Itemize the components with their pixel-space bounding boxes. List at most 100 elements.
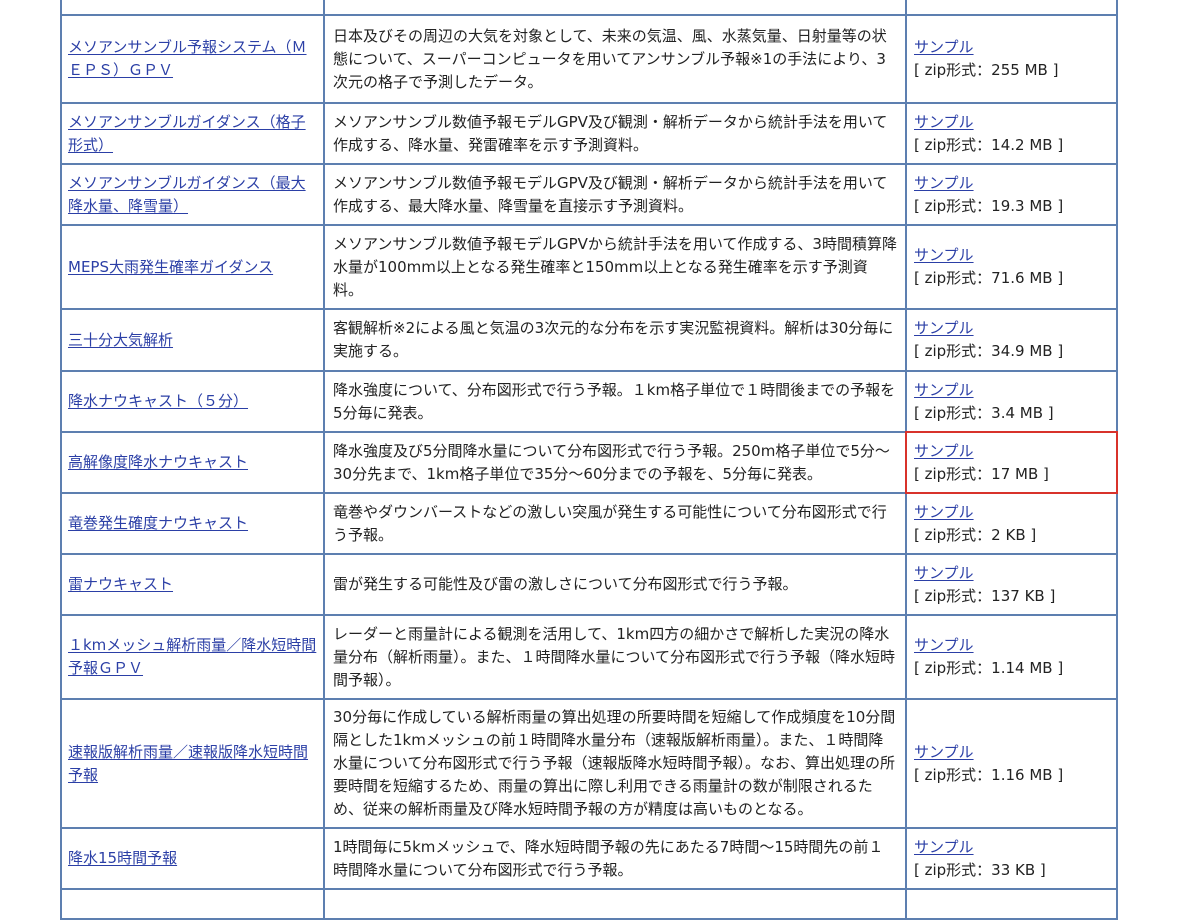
product-name-cell: 竜巻発生確度ナウキャスト xyxy=(60,492,325,555)
description-cell: メソアンサンブル数値予報モデルGPV及び観測・解析データから統計手法を用いて作成… xyxy=(323,102,907,165)
file-size: [ zip形式：19.3 MB ] xyxy=(914,196,1064,215)
file-size: [ zip形式：34.9 MB ] xyxy=(914,342,1064,360)
description-cell: 日本及びその周辺の大気を対象として、未来の気温、風、水蒸気量、日射量等の状態につ… xyxy=(323,14,907,104)
file-size: [ zip形式：137 KB ] xyxy=(914,586,1056,605)
product-name-cell: 降水ナウキャスト（５分） xyxy=(60,370,325,433)
product-name-link[interactable]: メソアンサンブルガイダンス（最大降水量、降雪量） xyxy=(68,174,306,215)
sample-cell: サンプル[ zip形式：33 KB ] xyxy=(905,827,1118,890)
description-cell: 降水強度について、分布図形式で行う予報。１km格子単位で１時間後までの予報を5分… xyxy=(323,370,907,433)
sample-link[interactable]: サンプル xyxy=(914,562,1110,585)
description-text: メソアンサンブル数値予報モデルGPV及び観測・解析データから統計手法を用いて作成… xyxy=(333,112,888,154)
description-cell: レーダーと雨量計による観測を活用して、1km四方の細かさで解析した実況の降水量分… xyxy=(323,614,907,700)
description-cell: 30分毎に作成している解析雨量の算出処理の所要時間を短縮して作成頻度を10分間隔… xyxy=(323,698,907,829)
table-row: 高解像度降水ナウキャスト 降水強度及び5分間降水量について分布図形式で行う予報。… xyxy=(60,431,1118,494)
file-size: [ zip形式：3.4 MB ] xyxy=(914,403,1054,422)
sample-cell: サンプル [ zip形式：255 MB ] xyxy=(905,14,1118,104)
product-name-cell: 高解像度降水ナウキャスト xyxy=(60,431,325,494)
sample-cell: サンプル [ zip形式：1.14 MB ] xyxy=(905,614,1118,700)
sample-link[interactable]: サンプル xyxy=(914,440,1110,463)
sample-link[interactable]: サンプル xyxy=(914,111,1110,134)
file-size: [ zip形式：1.14 MB ] xyxy=(914,659,1064,677)
description-text: 客観解析※2による風と気温の3次元的な分布を示す実況監視資料。解析は30分毎に実… xyxy=(333,319,894,360)
table-row: 降水15時間予報 1時間毎に5kmメッシュで、降水短時間予報の先にあたる7時間〜… xyxy=(60,827,1118,890)
description-text: 雷が発生する可能性及び雷の激しさについて分布図形式で行う予報。 xyxy=(333,575,798,593)
table-row: メソアンサンブル予報システム（ＭＥＰＳ）ＧＰＶ 日本及びその周辺の大気を対象とし… xyxy=(60,14,1118,104)
product-name-cell: 雷ナウキャスト xyxy=(60,553,325,616)
sample-cell: サンプル[ zip形式：2 KB ] xyxy=(905,492,1118,555)
product-name-link[interactable]: 降水ナウキャスト（５分） xyxy=(68,392,248,410)
sample-link[interactable]: サンプル xyxy=(914,741,1110,764)
sample-cell: サンプル[ zip形式：1.16 MB ] xyxy=(905,698,1118,829)
sample-link[interactable]: サンプル xyxy=(914,172,1110,195)
description-text: 竜巻やダウンバーストなどの激しい突風が発生する可能性について分布図形式で行う予報… xyxy=(333,502,887,544)
table-row: 三十分大気解析 客観解析※2による風と気温の3次元的な分布を示す実況監視資料。解… xyxy=(60,308,1118,372)
description-cell: メソアンサンブル数値予報モデルGPV及び観測・解析データから統計手法を用いて作成… xyxy=(323,163,907,226)
product-table: メソアンサンブル予報システム（ＭＥＰＳ）ＧＰＶ 日本及びその周辺の大気を対象とし… xyxy=(60,0,1118,920)
product-name-link[interactable]: 高解像度降水ナウキャスト xyxy=(68,453,248,471)
product-name-link[interactable]: 降水15時間予報 xyxy=(68,849,177,867)
product-name-cell: メソアンサンブル予報システム（ＭＥＰＳ）ＧＰＶ xyxy=(60,14,325,104)
product-name-link[interactable]: 竜巻発生確度ナウキャスト xyxy=(68,514,248,532)
sample-link[interactable]: サンプル xyxy=(914,317,1110,340)
description-cell: 雷が発生する可能性及び雷の激しさについて分布図形式で行う予報。 xyxy=(323,553,907,616)
product-name-cell: MEPS大雨発生確率ガイダンス xyxy=(60,224,325,310)
table-row: 速報版解析雨量／速報版降水短時間予報 30分毎に作成している解析雨量の算出処理の… xyxy=(60,698,1118,829)
product-name-cell xyxy=(60,888,325,920)
sample-cell: サンプル [ zip形式：71.6 MB ] xyxy=(905,224,1118,310)
table-row xyxy=(60,0,1118,16)
sample-cell: サンプル[ zip形式：19.3 MB ] xyxy=(905,163,1118,226)
description-text: 日本及びその周辺の大気を対象として、未来の気温、風、水蒸気量、日射量等の状態につ… xyxy=(333,26,887,91)
sample-cell-highlighted: サンプル[ zip形式：17 MB ] xyxy=(905,431,1118,494)
sample-cell xyxy=(905,888,1118,920)
product-name-link[interactable]: メソアンサンブル予報システム（ＭＥＰＳ）ＧＰＶ xyxy=(68,38,307,79)
description-cell: メソアンサンブル数値予報モデルGPVから統計手法を用いて作成する、3時間積算降水… xyxy=(323,224,907,310)
description-text: レーダーと雨量計による観測を活用して、1km四方の細かさで解析した実況の降水量分… xyxy=(333,624,896,689)
description-text: 降水強度について、分布図形式で行う予報。１km格子単位で１時間後までの予報を5分… xyxy=(333,380,896,422)
product-name-cell: 降水15時間予報 xyxy=(60,827,325,890)
sample-cell: サンプル[ zip形式：3.4 MB ] xyxy=(905,370,1118,433)
description-cell xyxy=(323,888,907,920)
product-name-cell: メソアンサンブルガイダンス（格子形式） xyxy=(60,102,325,165)
table-row: 雷ナウキャスト 雷が発生する可能性及び雷の激しさについて分布図形式で行う予報。 … xyxy=(60,553,1118,616)
product-name-cell: １kmメッシュ解析雨量／降水短時間予報ＧＰＶ xyxy=(60,614,325,700)
description-cell xyxy=(323,0,907,16)
product-name-cell: メソアンサンブルガイダンス（最大降水量、降雪量） xyxy=(60,163,325,226)
description-text: メソアンサンブル数値予報モデルGPVから統計手法を用いて作成する、3時間積算降水… xyxy=(333,234,897,299)
product-name-link[interactable]: 速報版解析雨量／速報版降水短時間予報 xyxy=(68,743,308,784)
file-size: [ zip形式：71.6 MB ] xyxy=(914,269,1064,287)
product-name-link[interactable]: MEPS大雨発生確率ガイダンス xyxy=(68,258,273,276)
file-size: [ zip形式：33 KB ] xyxy=(914,860,1046,879)
sample-link[interactable]: サンプル xyxy=(914,501,1110,524)
sample-link[interactable]: サンプル xyxy=(914,36,1110,59)
file-size: [ zip形式：2 KB ] xyxy=(914,525,1037,544)
product-name-cell: 速報版解析雨量／速報版降水短時間予報 xyxy=(60,698,325,829)
product-name-link[interactable]: メソアンサンブルガイダンス（格子形式） xyxy=(68,113,306,154)
sample-cell: サンプル[ zip形式：14.2 MB ] xyxy=(905,102,1118,165)
product-name-link[interactable]: 雷ナウキャスト xyxy=(68,575,173,593)
table-row: 降水ナウキャスト（５分） 降水強度について、分布図形式で行う予報。１km格子単位… xyxy=(60,370,1118,433)
table-row xyxy=(60,888,1118,920)
description-cell: 降水強度及び5分間降水量について分布図形式で行う予報。250m格子単位で5分〜3… xyxy=(323,431,907,494)
sample-cell: サンプル [ zip形式：34.9 MB ] xyxy=(905,308,1118,372)
product-name-cell: 三十分大気解析 xyxy=(60,308,325,372)
sample-cell xyxy=(905,0,1118,16)
description-text: メソアンサンブル数値予報モデルGPV及び観測・解析データから統計手法を用いて作成… xyxy=(333,173,888,215)
table-row: メソアンサンブルガイダンス（最大降水量、降雪量） メソアンサンブル数値予報モデル… xyxy=(60,163,1118,226)
file-size: [ zip形式：255 MB ] xyxy=(914,61,1059,79)
sample-link[interactable]: サンプル xyxy=(914,244,1110,267)
table-row: 竜巻発生確度ナウキャスト 竜巻やダウンバーストなどの激しい突風が発生する可能性に… xyxy=(60,492,1118,555)
sample-cell: サンプル[ zip形式：137 KB ] xyxy=(905,553,1118,616)
product-name-link[interactable]: 三十分大気解析 xyxy=(68,331,173,349)
file-size: [ zip形式：14.2 MB ] xyxy=(914,135,1064,154)
sample-link[interactable]: サンプル xyxy=(914,634,1110,657)
file-size: [ zip形式：17 MB ] xyxy=(914,464,1049,483)
description-text: 30分毎に作成している解析雨量の算出処理の所要時間を短縮して作成頻度を10分間隔… xyxy=(333,708,896,818)
description-cell: 客観解析※2による風と気温の3次元的な分布を示す実況監視資料。解析は30分毎に実… xyxy=(323,308,907,372)
file-size: [ zip形式：1.16 MB ] xyxy=(914,765,1064,784)
table-row: １kmメッシュ解析雨量／降水短時間予報ＧＰＶ レーダーと雨量計による観測を活用し… xyxy=(60,614,1118,700)
sample-link[interactable]: サンプル xyxy=(914,836,1110,859)
description-text: 1時間毎に5kmメッシュで、降水短時間予報の先にあたる7時間〜15時間先の前１時… xyxy=(333,837,884,879)
product-name-link[interactable]: １kmメッシュ解析雨量／降水短時間予報ＧＰＶ xyxy=(68,636,316,677)
description-text: 降水強度及び5分間降水量について分布図形式で行う予報。250m格子単位で5分〜3… xyxy=(333,441,890,483)
sample-link[interactable]: サンプル xyxy=(914,379,1110,402)
